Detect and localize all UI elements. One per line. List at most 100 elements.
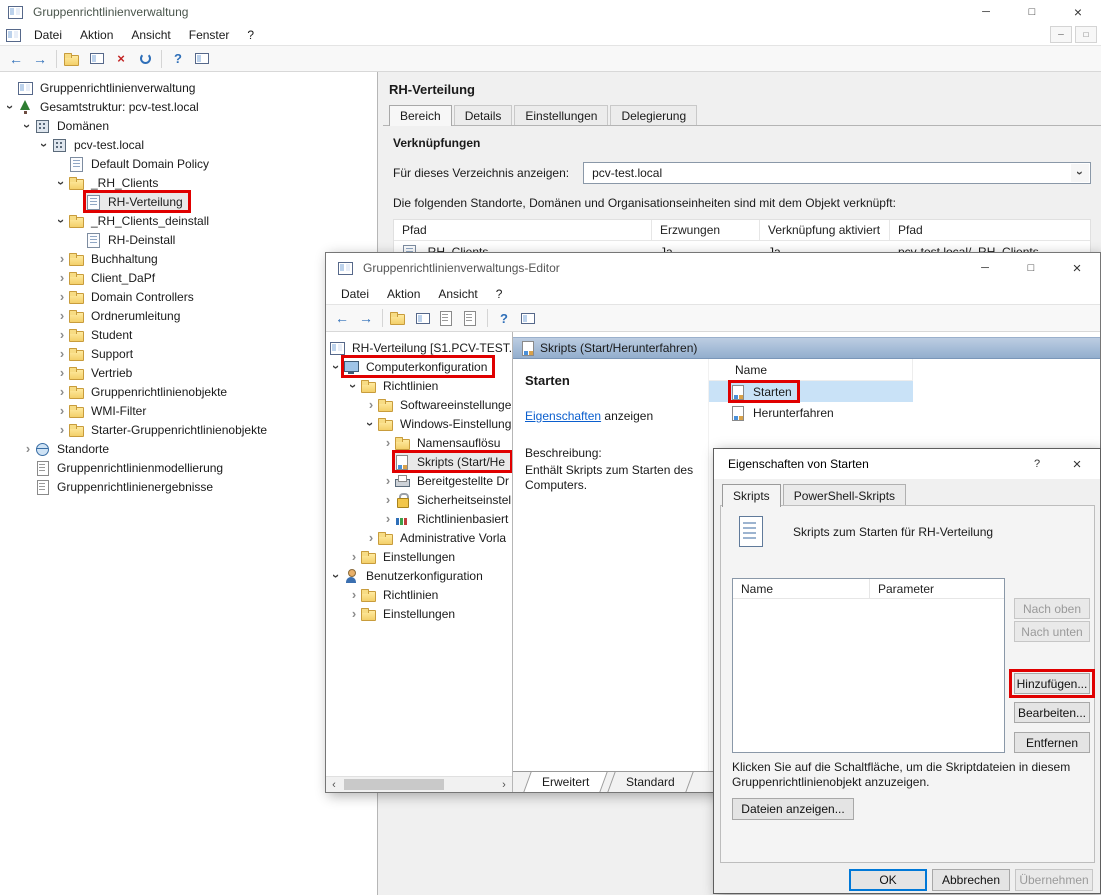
export-list-button[interactable] (387, 307, 411, 329)
tree-item-softwareeinstellungen[interactable]: ›Softwareeinstellunge (326, 395, 512, 414)
tree-item-buchhaltung[interactable]: ›Buchhaltung (0, 249, 377, 268)
scroll-left-button[interactable]: ‹ (326, 777, 342, 792)
export-button[interactable] (459, 307, 483, 329)
tree-item-ergebnisse[interactable]: Gruppenrichtlinienergebnisse (0, 477, 377, 496)
chevron-collapsed-icon[interactable]: › (347, 606, 361, 622)
chevron-collapsed-icon[interactable]: › (381, 511, 395, 527)
combobox-dropdown-button[interactable]: › (1071, 164, 1089, 182)
chevron-expanded-icon[interactable]: › (54, 214, 70, 228)
show-console-tree-button[interactable] (85, 48, 109, 70)
ok-button[interactable]: OK (849, 869, 927, 891)
tree-item-bereitgestellte-drucker[interactable]: ›Bereitgestellte Dr (326, 471, 512, 490)
minimize-button[interactable]: ─ (962, 253, 1008, 283)
tree-item-student[interactable]: ›Student (0, 325, 377, 344)
add-button[interactable]: Hinzufügen... (1014, 673, 1090, 694)
menu-ansicht[interactable]: Ansicht (429, 283, 486, 304)
chevron-collapsed-icon[interactable]: › (21, 441, 35, 457)
chevron-collapsed-icon[interactable]: › (55, 403, 69, 419)
tree-item-rh-clients[interactable]: ›_RH_Clients (0, 173, 377, 192)
tree-item-einstellungen-benutzer[interactable]: ›Einstellungen (326, 604, 512, 623)
tree-item-ordnerumleitung[interactable]: ›Ordnerumleitung (0, 306, 377, 325)
script-files-list[interactable]: Name Parameter (732, 578, 1005, 753)
tree-item-domain-controllers[interactable]: ›Domain Controllers (0, 287, 377, 306)
forward-button[interactable]: → (28, 48, 52, 70)
properties-link[interactable]: Eigenschaften (525, 409, 601, 423)
list-item-herunterfahren[interactable]: Herunterfahren (709, 402, 913, 423)
column-header-verknuepfung-aktiviert[interactable]: Verknüpfung aktiviert (760, 220, 890, 240)
chevron-collapsed-icon[interactable]: › (55, 346, 69, 362)
menu-datei[interactable]: Datei (25, 24, 71, 45)
tree-item-windows-einstellungen[interactable]: ›Windows-Einstellung (326, 414, 512, 433)
minimize-button[interactable]: ─ (963, 0, 1009, 24)
chevron-expanded-icon[interactable]: › (54, 176, 70, 190)
column-header-pfad2[interactable]: Pfad (890, 220, 1090, 240)
move-up-button[interactable]: Nach oben (1014, 598, 1090, 619)
tree-item-gesamtstruktur[interactable]: ›Gesamtstruktur: pcv-test.local (0, 97, 377, 116)
tree-item-vertrieb[interactable]: ›Vertrieb (0, 363, 377, 382)
tab-bereich[interactable]: Bereich (389, 105, 452, 126)
horizontal-scrollbar[interactable]: ‹ › (326, 776, 512, 792)
properties-button[interactable] (435, 307, 459, 329)
chevron-collapsed-icon[interactable]: › (55, 308, 69, 324)
tree-item-pcv-test-local[interactable]: ›pcv-test.local (0, 135, 377, 154)
tree-item-support[interactable]: ›Support (0, 344, 377, 363)
tree-item-rh-deinstall[interactable]: RH-Deinstall (0, 230, 377, 249)
delete-button[interactable]: × (109, 48, 133, 70)
help-button[interactable]: ? (1020, 449, 1054, 479)
column-header-parameter[interactable]: Parameter (870, 579, 1004, 598)
tree-item-modellierung[interactable]: Gruppenrichtlinienmodellierung (0, 458, 377, 477)
tree-item-standorte[interactable]: ›Standorte (0, 439, 377, 458)
chevron-expanded-icon[interactable]: › (20, 119, 36, 133)
menu-aktion[interactable]: Aktion (378, 283, 429, 304)
close-button[interactable]: × (1054, 449, 1100, 479)
edit-button[interactable]: Bearbeiten... (1014, 702, 1090, 723)
tree-item-sicherheitseinstellungen[interactable]: ›Sicherheitseinstel (326, 490, 512, 509)
new-window-button[interactable] (516, 307, 540, 329)
export-list-button[interactable] (61, 48, 85, 70)
chevron-collapsed-icon[interactable]: › (55, 251, 69, 267)
tree-item-rh-clients-deinstall[interactable]: ›_RH_Clients_deinstall (0, 211, 377, 230)
scrollbar-track[interactable] (342, 777, 496, 792)
tree-item-skripts[interactable]: Skripts (Start/He (326, 452, 512, 471)
back-button[interactable]: ← (330, 307, 354, 329)
back-button[interactable]: ← (4, 48, 28, 70)
column-header-pfad[interactable]: Pfad (394, 220, 652, 240)
tree-item-administrative-vorlagen[interactable]: ›Administrative Vorla (326, 528, 512, 547)
tab-skripts[interactable]: Skripts (722, 484, 781, 507)
maximize-button[interactable]: □ (1009, 0, 1055, 24)
chevron-expanded-icon[interactable]: › (329, 360, 345, 374)
menu-fenster[interactable]: Fenster (180, 24, 239, 45)
chevron-collapsed-icon[interactable]: › (55, 289, 69, 305)
column-header-erzwungen[interactable]: Erzwungen (652, 220, 760, 240)
tree-item-richtlinien-computer[interactable]: ›Richtlinien (326, 376, 512, 395)
chevron-expanded-icon[interactable]: › (346, 379, 362, 393)
chevron-collapsed-icon[interactable]: › (55, 422, 69, 438)
remove-button[interactable]: Entfernen (1014, 732, 1090, 753)
close-button[interactable]: × (1054, 253, 1100, 283)
tree-item-rh-verteilung[interactable]: RH-Verteilung (0, 192, 377, 211)
tree-item-richtlinien-benutzer[interactable]: ›Richtlinien (326, 585, 512, 604)
tab-einstellungen[interactable]: Einstellungen (514, 105, 608, 125)
tree-item-default-domain-policy[interactable]: Default Domain Policy (0, 154, 377, 173)
maximize-button[interactable]: □ (1008, 253, 1054, 283)
menu-hilfe[interactable]: ? (238, 24, 263, 45)
chevron-expanded-icon[interactable]: › (3, 100, 19, 114)
tab-details[interactable]: Details (454, 105, 513, 125)
help-button[interactable]: ? (166, 48, 190, 70)
tab-standard[interactable]: Standard (608, 772, 694, 792)
tree-item-rh-verteilung-root[interactable]: RH-Verteilung [S1.PCV-TEST.LO (326, 338, 512, 357)
chevron-collapsed-icon[interactable]: › (55, 327, 69, 343)
apply-button[interactable]: Übernehmen (1015, 869, 1093, 891)
move-down-button[interactable]: Nach unten (1014, 621, 1090, 642)
menu-datei[interactable]: Datei (332, 283, 378, 304)
chevron-collapsed-icon[interactable]: › (347, 587, 361, 603)
chevron-collapsed-icon[interactable]: › (55, 270, 69, 286)
tree-item-computerkonfiguration[interactable]: ›Computerkonfiguration (326, 357, 512, 376)
tree-item-starter-gpo[interactable]: ›Starter-Gruppenrichtlinienobjekte (0, 420, 377, 439)
chevron-collapsed-icon[interactable]: › (381, 435, 395, 451)
menu-hilfe[interactable]: ? (487, 283, 512, 304)
scroll-right-button[interactable]: › (496, 777, 512, 792)
chevron-collapsed-icon[interactable]: › (364, 397, 378, 413)
tree-item-gruppenrichtlinienverwaltung[interactable]: Gruppenrichtlinienverwaltung (0, 78, 377, 97)
tree-item-namensaufloesung[interactable]: ›Namensauflösu (326, 433, 512, 452)
